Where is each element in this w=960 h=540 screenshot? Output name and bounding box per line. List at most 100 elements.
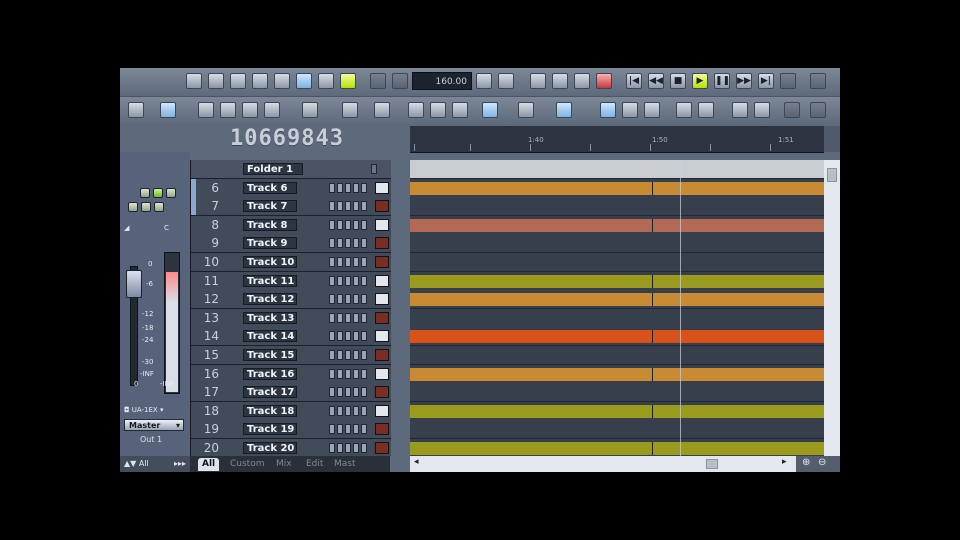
track-lane[interactable] xyxy=(410,439,824,456)
track-lane[interactable] xyxy=(410,290,824,310)
track-row[interactable]: 10 Track 10 xyxy=(191,253,391,272)
audio-clip[interactable] xyxy=(410,330,652,344)
audio-clip[interactable] xyxy=(652,330,824,344)
solo-icon[interactable] xyxy=(337,350,343,360)
fx-icon[interactable] xyxy=(128,202,138,212)
options-icon[interactable] xyxy=(784,102,800,118)
fx-icon[interactable] xyxy=(361,201,367,212)
fx-icon[interactable] xyxy=(361,405,367,416)
solo-icon[interactable] xyxy=(337,424,343,435)
mute-icon[interactable] xyxy=(329,275,335,286)
audio-clip[interactable] xyxy=(410,367,652,381)
track-name[interactable]: Track 9 xyxy=(243,237,297,250)
track-color-swatch[interactable] xyxy=(375,181,389,194)
tab-mast[interactable]: Mast xyxy=(330,458,360,471)
record-arm-icon[interactable] xyxy=(345,368,351,379)
record-arm-icon[interactable] xyxy=(345,275,351,286)
record-arm-icon[interactable] xyxy=(345,387,351,398)
track-name[interactable]: Track 10 xyxy=(243,256,297,268)
track-name[interactable]: Track 15 xyxy=(243,349,297,361)
fx-icon[interactable] xyxy=(361,238,367,249)
track-color-swatch[interactable] xyxy=(375,367,389,380)
track-lane[interactable] xyxy=(410,420,824,440)
audio-clip[interactable] xyxy=(410,404,652,418)
keyboard-icon[interactable] xyxy=(340,73,356,89)
track-lane[interactable] xyxy=(410,383,824,403)
track-color-swatch[interactable] xyxy=(375,349,389,361)
track-color-swatch[interactable] xyxy=(375,274,389,287)
mute-icon[interactable] xyxy=(329,219,335,230)
audio-clip[interactable] xyxy=(652,442,824,455)
track-color-swatch[interactable] xyxy=(375,404,389,417)
audio-clip[interactable] xyxy=(652,293,824,307)
chart-icon[interactable] xyxy=(318,73,334,89)
monitor-icon[interactable] xyxy=(353,257,359,267)
track-row[interactable]: 18 Track 18 xyxy=(191,401,391,421)
punch-in-icon[interactable] xyxy=(530,73,546,89)
track-row[interactable]: 14 Track 14 xyxy=(191,327,391,347)
monitor-icon[interactable] xyxy=(353,368,359,379)
monitor-icon[interactable] xyxy=(353,238,359,249)
scroll-left-icon[interactable]: ◂ xyxy=(414,457,419,467)
extra-icon[interactable] xyxy=(810,102,826,118)
track-color-swatch[interactable] xyxy=(375,293,389,306)
record-arm-icon[interactable] xyxy=(166,188,176,198)
track-lane[interactable] xyxy=(410,364,824,384)
solo-icon[interactable] xyxy=(337,387,343,398)
snap-icon[interactable] xyxy=(220,102,236,118)
draw-tool-icon[interactable] xyxy=(242,102,258,118)
vertical-scrollbar[interactable] xyxy=(824,160,840,456)
record-arm-icon[interactable] xyxy=(345,424,351,435)
track-name[interactable]: Track 13 xyxy=(243,311,297,324)
record-icon[interactable] xyxy=(780,73,796,89)
track-color-swatch[interactable] xyxy=(375,256,389,268)
grid-icon[interactable] xyxy=(452,102,468,118)
zoom-controls[interactable]: ⊕ ⊖ xyxy=(796,456,840,472)
mute-icon[interactable] xyxy=(329,350,335,360)
zoom-tool-icon[interactable] xyxy=(264,102,280,118)
record-arm-icon[interactable] xyxy=(345,312,351,323)
track-lane[interactable] xyxy=(410,401,824,421)
solo-icon[interactable] xyxy=(337,331,343,342)
track-name[interactable]: Track 16 xyxy=(243,367,297,380)
track-name[interactable]: Track 8 xyxy=(243,218,297,231)
audio-clip[interactable] xyxy=(652,404,824,418)
envelope-icon[interactable] xyxy=(374,102,390,118)
track-color-swatch[interactable] xyxy=(375,330,389,343)
record-arm-icon[interactable] xyxy=(345,182,351,193)
expand-icon[interactable]: ▸▸▸ xyxy=(174,456,190,472)
pause-icon[interactable]: ❚❚ xyxy=(714,73,730,89)
solo-icon[interactable] xyxy=(337,312,343,323)
panel-icon[interactable] xyxy=(810,73,826,89)
save-icon[interactable] xyxy=(230,73,246,89)
mute-icon[interactable] xyxy=(329,443,335,453)
track-name[interactable]: Track 14 xyxy=(243,330,297,343)
stop-icon[interactable]: ■ xyxy=(670,73,686,89)
solo-icon[interactable] xyxy=(337,182,343,193)
browser-icon[interactable] xyxy=(296,73,312,89)
monitor-icon[interactable] xyxy=(353,387,359,398)
track-lane[interactable] xyxy=(410,346,824,365)
fx-icon[interactable] xyxy=(361,387,367,398)
metronome-icon[interactable] xyxy=(498,73,514,89)
view-b-icon[interactable] xyxy=(698,102,714,118)
mute-icon[interactable] xyxy=(329,201,335,212)
solo-icon[interactable] xyxy=(337,275,343,286)
solo-icon[interactable] xyxy=(337,238,343,249)
monitor-icon[interactable] xyxy=(353,331,359,342)
track-name[interactable]: Track 7 xyxy=(243,200,297,213)
audio-clip[interactable] xyxy=(652,218,824,232)
horizontal-scrollbar[interactable]: ◂ ▸ xyxy=(410,456,796,472)
input-device-select[interactable]: ◘ UA-1EX ▾ xyxy=(124,404,186,416)
snap-grid-icon[interactable] xyxy=(482,102,498,118)
record-arm-icon[interactable] xyxy=(345,219,351,230)
track-color-swatch[interactable] xyxy=(375,423,389,436)
inspector-icon[interactable] xyxy=(622,102,638,118)
fx-icon[interactable] xyxy=(361,424,367,435)
fx-icon[interactable] xyxy=(361,257,367,267)
monitor-icon[interactable] xyxy=(353,312,359,323)
track-name[interactable]: Track 6 xyxy=(243,181,297,194)
fx-icon[interactable] xyxy=(361,331,367,342)
folder-collapse-icon[interactable] xyxy=(371,164,377,174)
folder-row[interactable]: Folder 1 xyxy=(191,160,391,179)
